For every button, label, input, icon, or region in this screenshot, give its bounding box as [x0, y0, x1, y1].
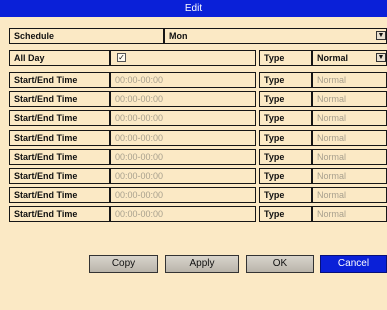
row-type-value[interactable]: Normal: [312, 206, 387, 222]
row-type-value[interactable]: Normal: [312, 130, 387, 146]
time-range-field[interactable]: 00:00-00:00: [110, 72, 256, 88]
time-range-field[interactable]: 00:00-00:00: [110, 110, 256, 126]
time-range-field[interactable]: 00:00-00:00: [110, 130, 256, 146]
row-type-value[interactable]: Normal: [312, 187, 387, 203]
row-label: Start/End Time: [9, 72, 110, 88]
time-range-field[interactable]: 00:00-00:00: [110, 168, 256, 184]
row-type-label: Type: [259, 149, 312, 165]
cancel-button[interactable]: Cancel: [320, 255, 387, 273]
row-type-value[interactable]: Normal: [312, 168, 387, 184]
type-select[interactable]: Normal ▼: [312, 50, 387, 66]
row-label: Start/End Time: [9, 206, 110, 222]
type-label: Type: [259, 50, 312, 66]
row-label: Start/End Time: [9, 110, 110, 126]
time-range-field[interactable]: 00:00-00:00: [110, 149, 256, 165]
row-label: Start/End Time: [9, 130, 110, 146]
row-type-value[interactable]: Normal: [312, 72, 387, 88]
schedule-value: Mon: [169, 31, 188, 41]
chevron-down-icon[interactable]: ▼: [376, 53, 386, 62]
row-type-label: Type: [259, 91, 312, 107]
all-day-checkbox[interactable]: ✓: [117, 53, 126, 62]
time-range-field[interactable]: 00:00-00:00: [110, 187, 256, 203]
footer-strip: [0, 276, 387, 310]
schedule-select[interactable]: Mon ▼: [164, 28, 387, 44]
row-type-label: Type: [259, 168, 312, 184]
row-type-value[interactable]: Normal: [312, 91, 387, 107]
copy-button[interactable]: Copy: [89, 255, 158, 273]
schedule-label: Schedule: [9, 28, 164, 44]
ok-button[interactable]: OK: [246, 255, 314, 273]
dialog-title: Edit: [0, 0, 387, 17]
row-type-label: Type: [259, 110, 312, 126]
row-type-label: Type: [259, 130, 312, 146]
row-label: Start/End Time: [9, 168, 110, 184]
type-value: Normal: [317, 53, 349, 63]
row-label: Start/End Time: [9, 149, 110, 165]
chevron-down-icon[interactable]: ▼: [376, 31, 386, 40]
all-day-checkbox-cell[interactable]: ✓: [110, 50, 256, 66]
row-label: Start/End Time: [9, 187, 110, 203]
apply-button[interactable]: Apply: [165, 255, 239, 273]
time-range-field[interactable]: 00:00-00:00: [110, 206, 256, 222]
edit-dialog: Edit Schedule Mon ▼ All Day ✓ Type Norma…: [0, 0, 387, 310]
row-type-value[interactable]: Normal: [312, 149, 387, 165]
time-range-field[interactable]: 00:00-00:00: [110, 91, 256, 107]
all-day-label: All Day: [9, 50, 110, 66]
row-label: Start/End Time: [9, 91, 110, 107]
row-type-label: Type: [259, 72, 312, 88]
row-type-label: Type: [259, 206, 312, 222]
row-type-value[interactable]: Normal: [312, 110, 387, 126]
row-type-label: Type: [259, 187, 312, 203]
